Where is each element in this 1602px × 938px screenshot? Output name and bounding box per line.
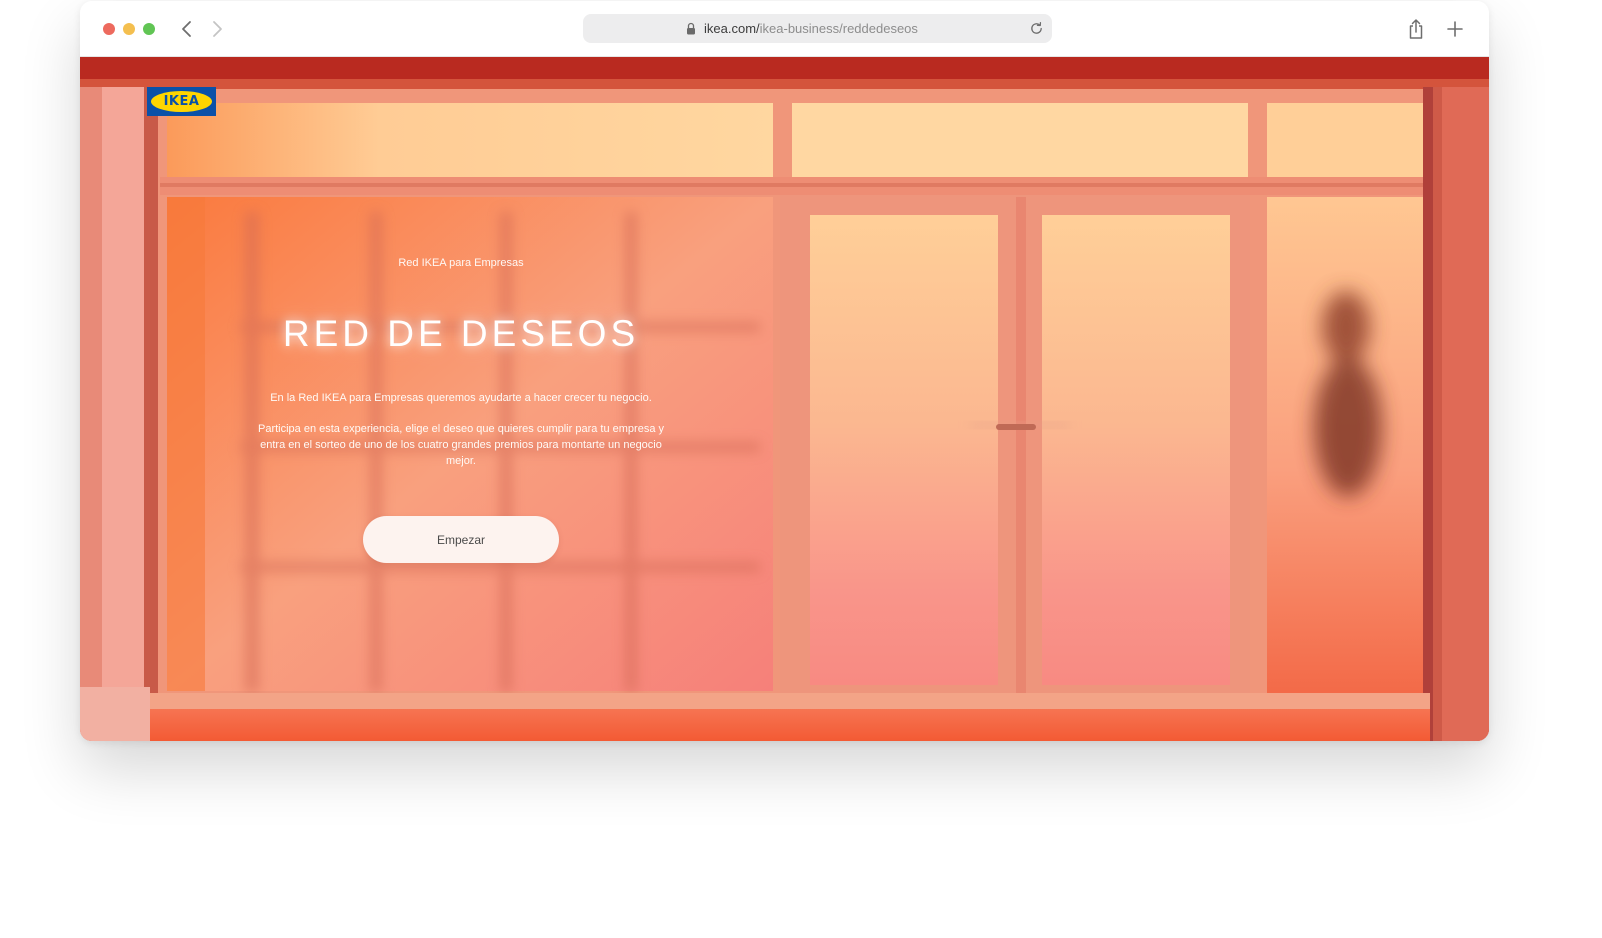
- share-icon: [1409, 19, 1423, 39]
- eyebrow-text: Red IKEA para Empresas: [398, 257, 524, 269]
- chevron-right-icon: [213, 21, 222, 37]
- forward-button[interactable]: [206, 17, 228, 41]
- new-tab-button[interactable]: [1446, 20, 1464, 38]
- logo-text: IKEA: [163, 94, 200, 109]
- hero-section: Red IKEA para Empresas RED DE DESEOS En …: [250, 253, 672, 469]
- ikea-logo[interactable]: IKEA: [147, 87, 216, 116]
- zoom-window-button[interactable]: [143, 23, 155, 35]
- minimize-window-button[interactable]: [123, 23, 135, 35]
- page-content: IKEA Red IKEA para Empresas RED DE DESEO…: [80, 57, 1489, 741]
- address-url: ikea.com/ikea-business/reddedeseos: [704, 21, 918, 36]
- share-button[interactable]: [1406, 17, 1426, 41]
- plus-icon: [1447, 21, 1463, 37]
- lock-icon: [687, 22, 695, 35]
- url-host: ikea.com/: [704, 21, 760, 36]
- browser-toolbar: ikea.com/ikea-business/reddedeseos: [80, 1, 1489, 57]
- browser-window: ikea.com/ikea-business/reddedeseos IKEA …: [80, 1, 1489, 741]
- details-paragraph: Participa en esta experiencia, elige el …: [257, 423, 664, 467]
- back-button[interactable]: [176, 17, 198, 41]
- address-bar[interactable]: ikea.com/ikea-business/reddedeseos: [583, 14, 1052, 43]
- reload-icon[interactable]: [1029, 21, 1044, 36]
- start-button[interactable]: Empezar: [363, 516, 559, 563]
- url-path: ikea-business/reddedeseos: [759, 21, 918, 36]
- chevron-left-icon: [182, 21, 191, 37]
- page-title: RED DE DESEOS: [282, 313, 640, 354]
- close-window-button[interactable]: [103, 23, 115, 35]
- intro-paragraph: En la Red IKEA para Empresas queremos ay…: [270, 392, 652, 404]
